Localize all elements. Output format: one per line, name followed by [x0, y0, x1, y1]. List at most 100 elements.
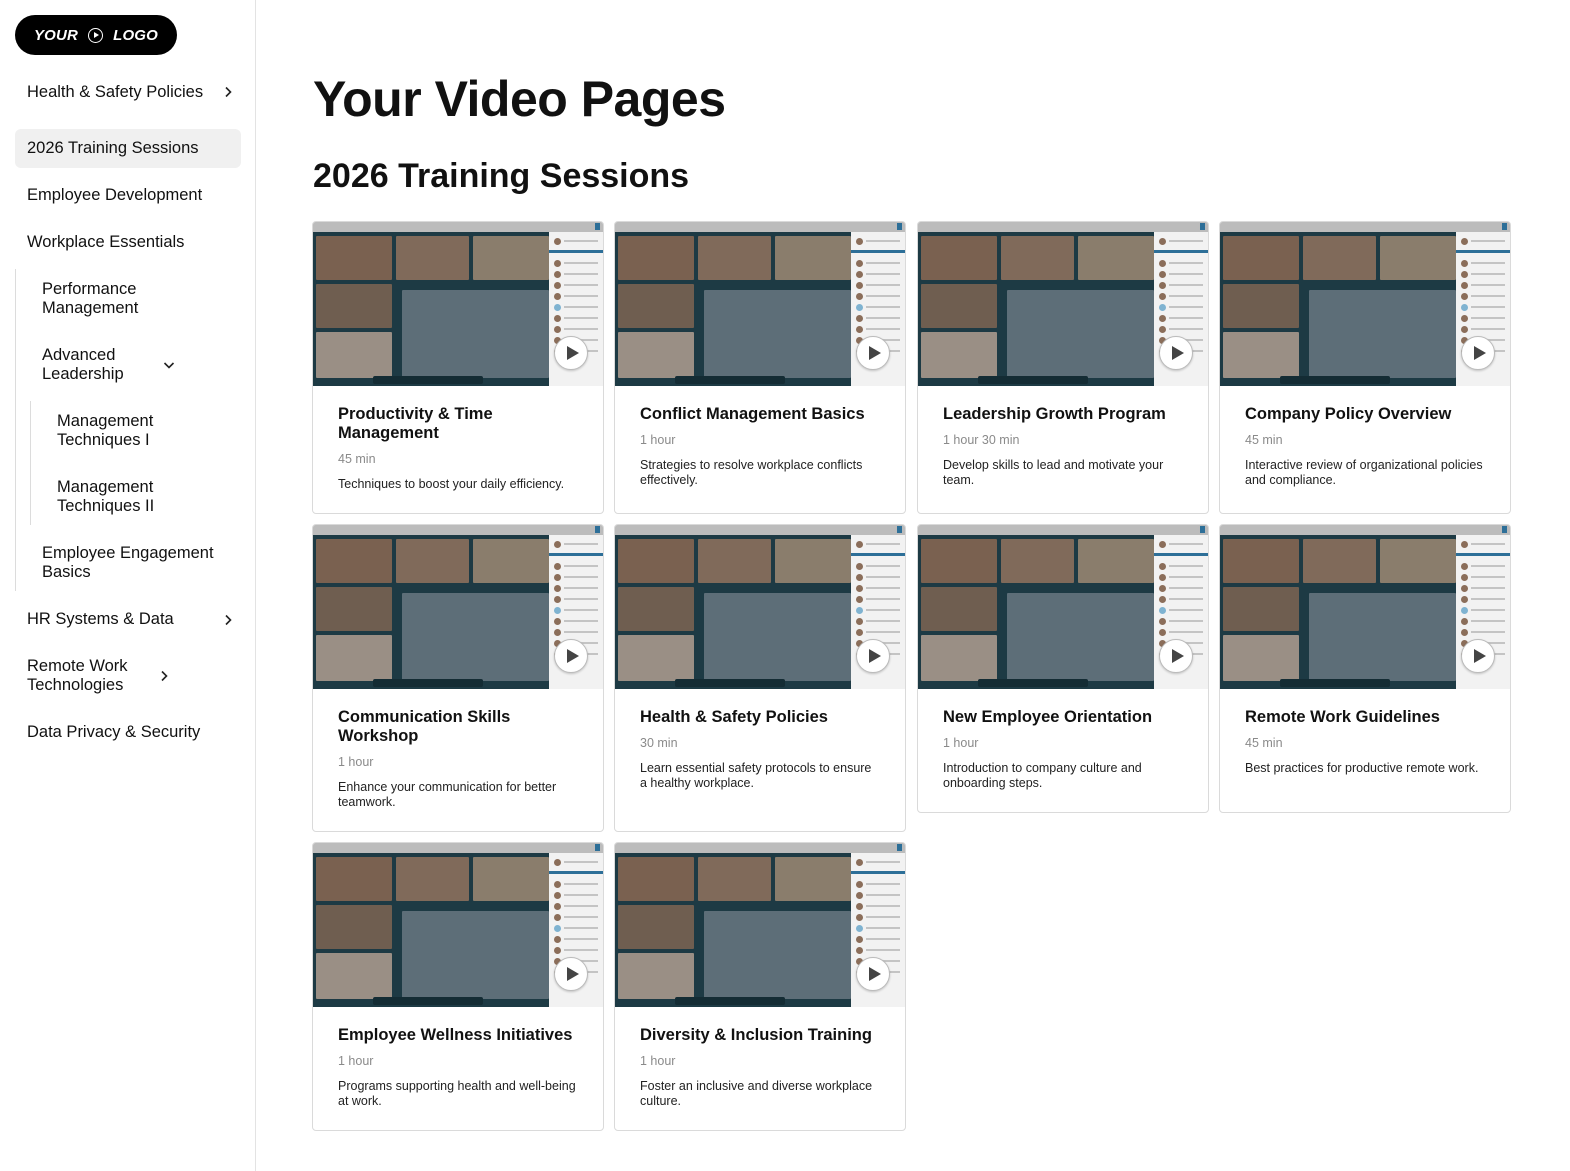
video-thumbnail[interactable]	[313, 843, 603, 1007]
video-thumbnail[interactable]	[615, 222, 905, 386]
video-card-duration: 1 hour	[640, 433, 676, 447]
video-card-title[interactable]: Health & Safety Policies	[640, 708, 881, 727]
sidebar-item-label: Advanced Leadership	[42, 346, 124, 383]
video-thumbnail[interactable]	[313, 525, 603, 689]
video-card[interactable]: Remote Work Guidelines 45 min Best pract…	[1219, 524, 1511, 813]
video-thumbnail[interactable]	[1220, 222, 1510, 386]
play-icon[interactable]	[554, 336, 588, 370]
sidebar-item-management-techniques-1[interactable]: Management Techniques I	[15, 411, 241, 451]
play-circle-icon	[88, 27, 104, 43]
sidebar-item-workplace-essentials[interactable]: Workplace Essentials	[15, 223, 241, 262]
sidebar-item-employee-engagement[interactable]: Employee Engagement Basics	[15, 543, 241, 583]
sidebar-item-label: HR Systems & Data	[27, 610, 174, 628]
video-card-description: Learn essential safety protocols to ensu…	[640, 761, 872, 790]
video-card-description: Techniques to boost your daily efficienc…	[338, 477, 565, 491]
video-card-duration: 45 min	[1245, 433, 1283, 447]
play-icon[interactable]	[856, 336, 890, 370]
sidebar-item-label: Data Privacy & Security	[27, 723, 201, 741]
video-card-title[interactable]: Diversity & Inclusion Training	[640, 1026, 881, 1045]
sidebar-item-advanced-leadership[interactable]: Advanced Leadership	[15, 345, 241, 385]
section-title: 2026 Training Sessions	[313, 157, 690, 195]
video-card-title[interactable]: Conflict Management Basics	[640, 405, 881, 424]
page-title: Your Video Pages	[313, 71, 726, 127]
video-card-duration: 1 hour	[640, 1054, 676, 1068]
video-card[interactable]: Diversity & Inclusion Training 1 hour Fo…	[614, 842, 906, 1131]
video-card-duration: 1 hour 30 min	[943, 433, 1020, 447]
video-card-title[interactable]: Communication Skills Workshop	[338, 708, 579, 746]
chevron-right-icon	[221, 85, 235, 99]
logo-text-right: LOGO	[113, 26, 159, 44]
video-card-duration: 45 min	[1245, 736, 1283, 750]
video-card-body: Communication Skills Workshop 1 hour Enh…	[313, 689, 603, 830]
sidebar-item-hr-systems[interactable]: HR Systems & Data	[15, 600, 241, 639]
play-icon[interactable]	[856, 957, 890, 991]
sidebar-item-2026-training[interactable]: 2026 Training Sessions	[15, 129, 241, 168]
video-card-description: Interactive review of organizational pol…	[1245, 458, 1483, 487]
video-card-title[interactable]: Company Policy Overview	[1245, 405, 1486, 424]
sidebar-item-health-safety[interactable]: Health & Safety Policies	[15, 72, 241, 112]
sidebar-item-label: Remote Work Technologies	[27, 657, 128, 694]
logo[interactable]: YOUR LOGO	[15, 15, 177, 55]
video-card[interactable]: Health & Safety Policies 30 min Learn es…	[614, 524, 906, 832]
video-card-title[interactable]: New Employee Orientation	[943, 708, 1184, 727]
video-card-description: Develop skills to lead and motivate your…	[943, 458, 1164, 487]
sidebar-item-label: 2026 Training Sessions	[27, 139, 199, 157]
video-card[interactable]: Productivity & Time Management 45 min Te…	[312, 221, 604, 514]
chevron-down-icon	[162, 358, 176, 372]
video-thumbnail[interactable]	[918, 525, 1208, 689]
video-card-description: Strategies to resolve workplace conflict…	[640, 458, 863, 487]
video-card-description: Foster an inclusive and diverse workplac…	[640, 1079, 873, 1108]
play-icon[interactable]	[1461, 639, 1495, 673]
video-card-description: Enhance your communication for better te…	[338, 780, 557, 809]
video-card[interactable]: New Employee Orientation 1 hour Introduc…	[917, 524, 1209, 813]
sidebar-item-label: Workplace Essentials	[27, 233, 185, 251]
video-card[interactable]: Company Policy Overview 45 min Interacti…	[1219, 221, 1511, 514]
video-card[interactable]: Employee Wellness Initiatives 1 hour Pro…	[312, 842, 604, 1131]
play-icon[interactable]	[1461, 336, 1495, 370]
logo-text-left: YOUR	[33, 26, 79, 44]
play-icon[interactable]	[1159, 336, 1193, 370]
video-thumbnail[interactable]	[1220, 525, 1510, 689]
video-card-body: New Employee Orientation 1 hour Introduc…	[918, 689, 1208, 811]
video-thumbnail[interactable]	[313, 222, 603, 386]
video-card-description: Introduction to company culture and onbo…	[943, 761, 1142, 790]
video-card-body: Diversity & Inclusion Training 1 hour Fo…	[615, 1007, 905, 1129]
chevron-right-icon	[157, 669, 171, 683]
video-card-title[interactable]: Remote Work Guidelines	[1245, 708, 1486, 727]
sidebar-item-label: Management Techniques I	[57, 412, 154, 449]
sidebar-item-employee-development[interactable]: Employee Development	[15, 176, 241, 215]
sidebar-item-management-techniques-2[interactable]: Management Techniques II	[15, 477, 241, 517]
sidebar-item-performance-management[interactable]: Performance Management	[15, 279, 241, 319]
video-card-duration: 1 hour	[943, 736, 979, 750]
video-thumbnail[interactable]	[615, 843, 905, 1007]
play-icon[interactable]	[1159, 639, 1193, 673]
sidebar-item-label: Employee Development	[27, 186, 203, 204]
sidebar-item-label: Employee Engagement Basics	[42, 544, 214, 581]
video-card[interactable]: Leadership Growth Program 1 hour 30 min …	[917, 221, 1209, 514]
play-icon[interactable]	[554, 639, 588, 673]
video-card-duration: 45 min	[338, 452, 376, 466]
video-card-body: Leadership Growth Program 1 hour 30 min …	[918, 386, 1208, 508]
sidebar-item-label: Performance Management	[42, 280, 139, 317]
video-card-body: Company Policy Overview 45 min Interacti…	[1220, 386, 1510, 508]
chevron-right-icon	[221, 613, 235, 627]
sidebar-item-data-privacy[interactable]: Data Privacy & Security	[15, 713, 241, 752]
video-card-title[interactable]: Productivity & Time Management	[338, 405, 579, 443]
sidebar: YOUR LOGO Health & Safety Policies 2026 …	[0, 0, 256, 1171]
video-card-body: Health & Safety Policies 30 min Learn es…	[615, 689, 905, 811]
video-card-duration: 1 hour	[338, 1054, 374, 1068]
play-icon[interactable]	[554, 957, 588, 991]
video-card[interactable]: Communication Skills Workshop 1 hour Enh…	[312, 524, 604, 832]
video-card[interactable]: Conflict Management Basics 1 hour Strate…	[614, 221, 906, 514]
sidebar-item-remote-work-tech[interactable]: Remote Work Technologies	[15, 656, 241, 696]
video-card-description: Best practices for productive remote wor…	[1245, 761, 1479, 775]
video-card-body: Conflict Management Basics 1 hour Strate…	[615, 386, 905, 508]
sidebar-item-label: Health & Safety Policies	[27, 82, 204, 101]
video-card-duration: 1 hour	[338, 755, 374, 769]
video-card-title[interactable]: Employee Wellness Initiatives	[338, 1026, 579, 1045]
video-thumbnail[interactable]	[918, 222, 1208, 386]
play-icon[interactable]	[856, 639, 890, 673]
video-card-title[interactable]: Leadership Growth Program	[943, 405, 1184, 424]
video-thumbnail[interactable]	[615, 525, 905, 689]
video-card-description: Programs supporting health and well-bein…	[338, 1079, 576, 1108]
